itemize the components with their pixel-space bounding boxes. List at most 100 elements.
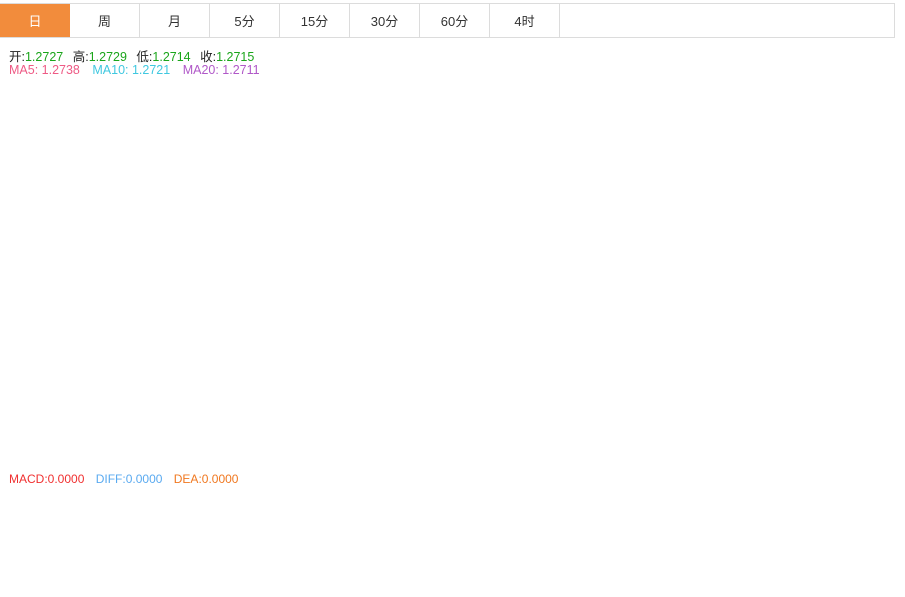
macd-histogram-bar xyxy=(0,513,7,514)
macd-histogram-bar xyxy=(46,510,55,513)
candle-body xyxy=(778,134,787,141)
macd-histogram-bar xyxy=(166,510,175,513)
candle-body xyxy=(118,424,127,430)
candle-body xyxy=(142,406,151,414)
macd-histogram-bar xyxy=(454,513,463,522)
candle-body xyxy=(82,367,91,412)
candle-body xyxy=(106,425,115,436)
candle-body xyxy=(322,226,331,246)
candle-body xyxy=(130,406,139,427)
candle-body xyxy=(166,389,175,415)
macd-histogram-bar xyxy=(10,506,19,513)
tab-2[interactable]: 月 xyxy=(140,4,210,37)
ma10-line xyxy=(1,137,783,423)
open-value: 1.2727 xyxy=(24,50,64,64)
macd-histogram-bar xyxy=(670,513,679,531)
candle-body xyxy=(694,139,703,157)
candle-body xyxy=(706,124,715,142)
macd-histogram-bar xyxy=(754,513,763,519)
macd-tick-label: -0.0117 xyxy=(838,580,878,594)
candle-body xyxy=(0,403,7,423)
macd-histogram-bar xyxy=(622,511,631,513)
candle-body xyxy=(766,128,775,137)
close-label: 收: xyxy=(200,50,217,64)
candle-body xyxy=(406,151,415,187)
candle-body xyxy=(358,195,367,230)
candle-body xyxy=(346,228,355,252)
price-tick-label: 1.2261 xyxy=(838,354,875,368)
candle-body xyxy=(718,124,727,144)
candle-body xyxy=(46,418,55,422)
macd-histogram-bar xyxy=(262,489,271,513)
macd-readout: MACD:0.0000 DIFF:0.0000 DEA:0.0000 xyxy=(9,472,244,486)
candle-body xyxy=(514,188,523,217)
macd-histogram-bar xyxy=(334,485,343,513)
macd-histogram-bar xyxy=(490,513,499,538)
macd-histogram-bar xyxy=(430,499,439,513)
low-value: 1.2714 xyxy=(152,50,191,64)
dea-value: DEA:0.0000 xyxy=(173,472,239,486)
high-label: 高: xyxy=(72,50,89,64)
price-tick-label: 1.2162 xyxy=(838,402,875,416)
candlestick-chart[interactable]: 1.2854 1.2755 1.2657 1.2558 1.2459 1.2360 1.22… xyxy=(0,0,905,597)
macd-histogram-bar xyxy=(550,513,559,522)
candle-body xyxy=(238,379,247,382)
close-value: 1.2715 xyxy=(216,50,255,64)
macd-histogram-bar xyxy=(130,513,139,516)
tab-1[interactable]: 周 xyxy=(70,4,140,37)
candle-body xyxy=(550,160,559,174)
candle-body xyxy=(394,151,403,153)
tab-0[interactable]: 日 xyxy=(0,4,70,37)
candle-body xyxy=(574,133,583,179)
macd-histogram-bar xyxy=(634,513,643,515)
diff-value: DIFF:0.0000 xyxy=(95,472,163,486)
tab-5[interactable]: 30分 xyxy=(350,4,420,37)
ma20-value: MA20: 1.2711 xyxy=(182,63,260,77)
macd-histogram-bar xyxy=(34,509,43,513)
open-label: 开: xyxy=(9,50,25,64)
tab-4[interactable]: 15分 xyxy=(280,4,350,37)
macd-histogram-bar xyxy=(718,513,727,525)
candle-body xyxy=(490,218,499,233)
tab-7[interactable]: 4时 xyxy=(490,4,560,37)
macd-histogram-bar xyxy=(562,513,571,517)
macd-histogram-bar xyxy=(358,485,367,513)
candle-body xyxy=(10,385,19,424)
price-tick-label: 1.2360 xyxy=(838,306,875,320)
candle-body xyxy=(754,123,763,125)
candle-body xyxy=(670,164,679,190)
macd-histogram-bar xyxy=(226,500,235,513)
macd-histogram-bar xyxy=(382,480,391,513)
macd-histogram-bar xyxy=(778,513,787,523)
macd-histogram-bar xyxy=(706,513,715,524)
macd-histogram-bar xyxy=(202,488,211,513)
candle-body xyxy=(634,101,643,134)
macd-histogram-bar xyxy=(418,490,427,513)
macd-histogram-bar xyxy=(214,492,223,513)
macd-histogram-bar xyxy=(22,505,31,513)
candle-body xyxy=(622,101,631,143)
macd-histogram-bar xyxy=(238,506,247,513)
candle-body xyxy=(526,116,535,190)
macd-histogram-bar xyxy=(286,487,295,513)
macd-histogram-bar xyxy=(682,513,691,531)
candle-body xyxy=(418,142,427,190)
candle-body xyxy=(310,246,319,273)
macd-histogram-bar xyxy=(502,513,511,539)
tab-3[interactable]: 5分 xyxy=(210,4,280,37)
macd-histogram-bar xyxy=(298,485,307,513)
macd-histogram-bar xyxy=(610,513,619,519)
price-tick-label: 1.2558 xyxy=(838,210,875,224)
candle-body xyxy=(334,230,343,248)
macd-histogram-bar xyxy=(538,513,547,520)
macd-histogram-bar xyxy=(586,513,595,522)
macd-histogram-bar xyxy=(346,487,355,513)
candle-body xyxy=(70,367,79,414)
tab-6[interactable]: 60分 xyxy=(420,4,490,37)
candle-body xyxy=(370,184,379,198)
candle-body xyxy=(682,156,691,171)
macd-value: MACD:0.0000 xyxy=(9,472,85,486)
macd-histogram-bar xyxy=(658,513,667,528)
macd-histogram-bar xyxy=(442,510,451,513)
candle-body xyxy=(478,203,487,224)
